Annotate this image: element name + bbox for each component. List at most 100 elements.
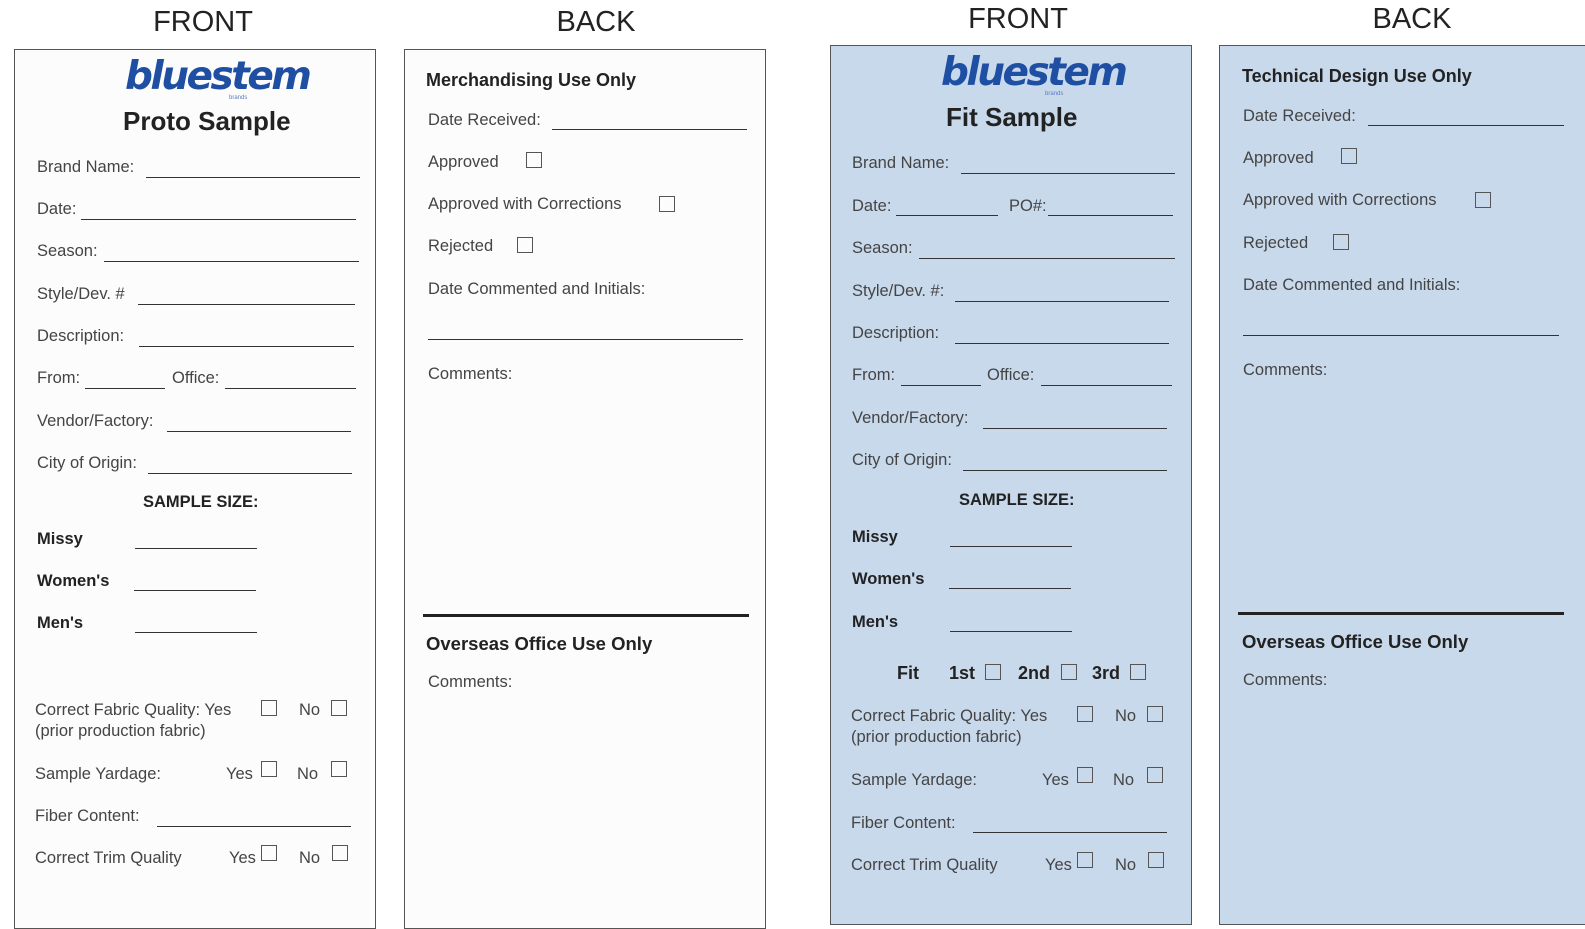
style-field[interactable] <box>138 304 355 305</box>
office-field[interactable] <box>1041 385 1172 386</box>
approved-corrections-label: Approved with Corrections <box>428 195 622 213</box>
fabric-no-checkbox[interactable] <box>331 700 347 716</box>
approved-checkbox[interactable] <box>1341 148 1357 164</box>
card-title: Proto Sample <box>123 106 291 136</box>
fit-2nd-label: 2nd <box>1018 663 1051 683</box>
city-field[interactable] <box>963 470 1167 471</box>
fabric-no-checkbox[interactable] <box>1147 706 1163 722</box>
style-field[interactable] <box>955 301 1169 302</box>
office-label: Office: <box>172 369 220 387</box>
fabric-yes-checkbox[interactable] <box>1077 706 1093 722</box>
comments-label: Comments: <box>428 365 513 383</box>
fit-2nd-checkbox[interactable] <box>1061 664 1077 680</box>
brand-name-field[interactable] <box>146 177 360 178</box>
tech-title: Technical Design Use Only <box>1242 66 1472 86</box>
brand-name-field[interactable] <box>961 173 1175 174</box>
trim-quality-label: Correct Trim Quality <box>851 856 998 874</box>
date-received-label: Date Received: <box>428 111 541 129</box>
fabric-quality-label: Correct Fabric Quality: Yes <box>35 701 232 719</box>
missy-label: Missy <box>852 528 898 546</box>
approved-checkbox[interactable] <box>526 152 542 168</box>
description-label: Description: <box>37 327 125 345</box>
fit-sample-front-card: bluestem brands Fit Sample Brand Name: D… <box>830 45 1192 925</box>
date-field[interactable] <box>896 215 998 216</box>
trim-yes-checkbox[interactable] <box>261 845 277 861</box>
approved-corrections-checkbox[interactable] <box>1475 192 1491 208</box>
city-label: City of Origin: <box>37 454 137 472</box>
office-field[interactable] <box>225 388 356 389</box>
mens-field[interactable] <box>950 631 1072 632</box>
from-field[interactable] <box>85 388 165 389</box>
trim-no-checkbox[interactable] <box>332 845 348 861</box>
proto-sample-front-card: bluestem brands Proto Sample Brand Name:… <box>14 49 376 929</box>
mens-label: Men's <box>37 614 84 632</box>
womens-field[interactable] <box>949 588 1071 589</box>
bluestem-logo: bluestem <box>941 50 1128 95</box>
vendor-field[interactable] <box>983 428 1167 429</box>
yardage-no-checkbox[interactable] <box>331 761 347 777</box>
rejected-checkbox[interactable] <box>517 237 533 253</box>
yardage-no-checkbox[interactable] <box>1147 767 1163 783</box>
date-received-field[interactable] <box>1368 125 1564 126</box>
section-divider <box>423 614 749 617</box>
logo-brands-text: brands <box>229 95 248 101</box>
fabric-no-label: No <box>1115 707 1137 725</box>
yardage-yes-checkbox[interactable] <box>1077 767 1093 783</box>
description-field[interactable] <box>139 346 354 347</box>
rejected-label: Rejected <box>428 237 494 255</box>
trim-no-label: No <box>299 849 321 867</box>
trim-no-checkbox[interactable] <box>1148 852 1164 868</box>
approved-corrections-checkbox[interactable] <box>659 196 675 212</box>
rejected-checkbox[interactable] <box>1333 234 1349 250</box>
style-label: Style/Dev. # <box>37 285 125 303</box>
fiber-content-field[interactable] <box>973 832 1167 833</box>
womens-field[interactable] <box>134 590 256 591</box>
date-commented-field[interactable] <box>428 339 743 340</box>
trim-quality-label: Correct Trim Quality <box>35 849 182 867</box>
from-label: From: <box>37 369 81 387</box>
rejected-label: Rejected <box>1243 234 1309 252</box>
date-field[interactable] <box>81 219 356 220</box>
office-label: Office: <box>987 366 1035 384</box>
trim-yes-checkbox[interactable] <box>1077 852 1093 868</box>
trim-no-label: No <box>1115 856 1137 874</box>
brand-name-label: Brand Name: <box>852 154 950 172</box>
merch-title: Merchandising Use Only <box>426 70 637 90</box>
fit-3rd-label: 3rd <box>1092 663 1121 683</box>
season-field[interactable] <box>919 258 1175 259</box>
fiber-content-field[interactable] <box>157 826 351 827</box>
fit-1st-label: 1st <box>949 663 976 683</box>
technical-design-back-card: Technical Design Use Only Date Received:… <box>1219 45 1585 925</box>
description-label: Description: <box>852 324 940 342</box>
logo-brands-text: brands <box>1045 91 1064 97</box>
brand-name-label: Brand Name: <box>37 158 135 176</box>
from-field[interactable] <box>901 385 981 386</box>
date-label: Date: <box>37 200 77 218</box>
missy-field[interactable] <box>950 546 1072 547</box>
date-received-field[interactable] <box>552 129 747 130</box>
back-heading-1: BACK <box>556 6 636 38</box>
overseas-title: Overseas Office Use Only <box>1242 631 1469 652</box>
season-label: Season: <box>852 239 913 257</box>
overseas-comments-label: Comments: <box>428 673 513 691</box>
yardage-yes-checkbox[interactable] <box>261 761 277 777</box>
po-field[interactable] <box>1048 215 1173 216</box>
fiber-content-label: Fiber Content: <box>35 807 140 825</box>
season-field[interactable] <box>104 261 359 262</box>
overseas-title: Overseas Office Use Only <box>426 633 653 654</box>
fabric-quality-label: Correct Fabric Quality: Yes <box>851 707 1048 725</box>
fabric-yes-checkbox[interactable] <box>261 700 277 716</box>
approved-label: Approved <box>428 153 499 171</box>
date-commented-field[interactable] <box>1243 335 1559 336</box>
city-label: City of Origin: <box>852 451 952 469</box>
vendor-field[interactable] <box>167 431 351 432</box>
city-field[interactable] <box>148 473 352 474</box>
fit-3rd-checkbox[interactable] <box>1130 664 1146 680</box>
fit-1st-checkbox[interactable] <box>985 664 1001 680</box>
missy-field[interactable] <box>135 548 257 549</box>
description-field[interactable] <box>955 343 1169 344</box>
mens-field[interactable] <box>135 632 257 633</box>
fit-label: Fit <box>897 663 919 683</box>
womens-label: Women's <box>852 570 925 588</box>
missy-label: Missy <box>37 530 83 548</box>
